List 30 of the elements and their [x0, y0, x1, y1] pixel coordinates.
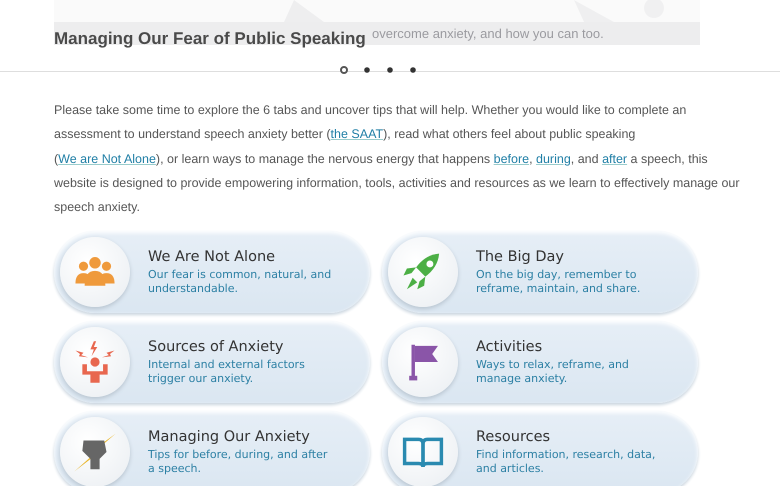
text-link[interactable]: during: [536, 152, 571, 166]
carousel-dot[interactable]: [387, 67, 393, 73]
topic-card[interactable]: The Big Day On the big day, remember to reframe, maintain, and share.: [382, 231, 698, 314]
carousel-dot[interactable]: [410, 67, 416, 73]
topic-card[interactable]: Managing Our Anxiety Tips for before, during, and after a speech.: [54, 411, 370, 486]
intro-paragraph: Please take some time to explore the 6 tabs and uncover tips that will help. Whether you would like to complete an assessment to understand speech anxiety better (the SAAT), read what others feel about public speaking (We are Not Alone), or learn ways to manage the nervous energy that happens before, during, and after a speech, this website is designed to provide empowering information, tools, activities and resources as we learn to effectively manage our speech anxiety.: [54, 102, 741, 216]
card-description: Internal and external factors trigger our anxiety.: [148, 358, 306, 386]
text-link[interactable]: We are Not Alone: [58, 152, 156, 166]
topic-card[interactable]: We Are Not Alone Our fear is common, natural, and understandable.: [54, 231, 370, 314]
card-title: We Are Not Alone: [148, 248, 276, 265]
carousel-dot[interactable]: [340, 66, 348, 74]
card-title: Sources of Anxiety: [148, 338, 284, 355]
page-title: Managing Our Fear of Public Speaking: [54, 29, 366, 49]
carousel-dot[interactable]: [364, 67, 370, 73]
topic-card[interactable]: Activities Ways to relax, reframe, and manage anxiety.: [382, 321, 698, 404]
card-description: Tips for before, during, and after a speech.: [148, 448, 328, 476]
text-link[interactable]: after: [602, 152, 628, 166]
banner-caption: overcome anxiety, and how you can too.: [372, 26, 604, 41]
card-title: The Big Day: [476, 248, 565, 265]
topic-card[interactable]: Resources Find information, research, data, and articles.: [382, 411, 698, 486]
card-description: On the big day, remember to reframe, maintain, and share.: [476, 268, 642, 296]
card-title: Resources: [476, 428, 552, 445]
card-title: Activities: [476, 338, 544, 355]
card-description: Find information, research, data, and articles.: [476, 448, 656, 476]
text-link[interactable]: before: [494, 152, 530, 166]
text-link[interactable]: the SAAT: [330, 127, 384, 142]
card-description: Our fear is common, natural, and understandable.: [148, 268, 332, 296]
card-description: Ways to relax, reframe, and manage anxiety.: [476, 358, 630, 386]
topic-card[interactable]: Sources of Anxiety Internal and external factors trigger our anxiety.: [54, 321, 370, 404]
card-title: Managing Our Anxiety: [148, 428, 311, 445]
